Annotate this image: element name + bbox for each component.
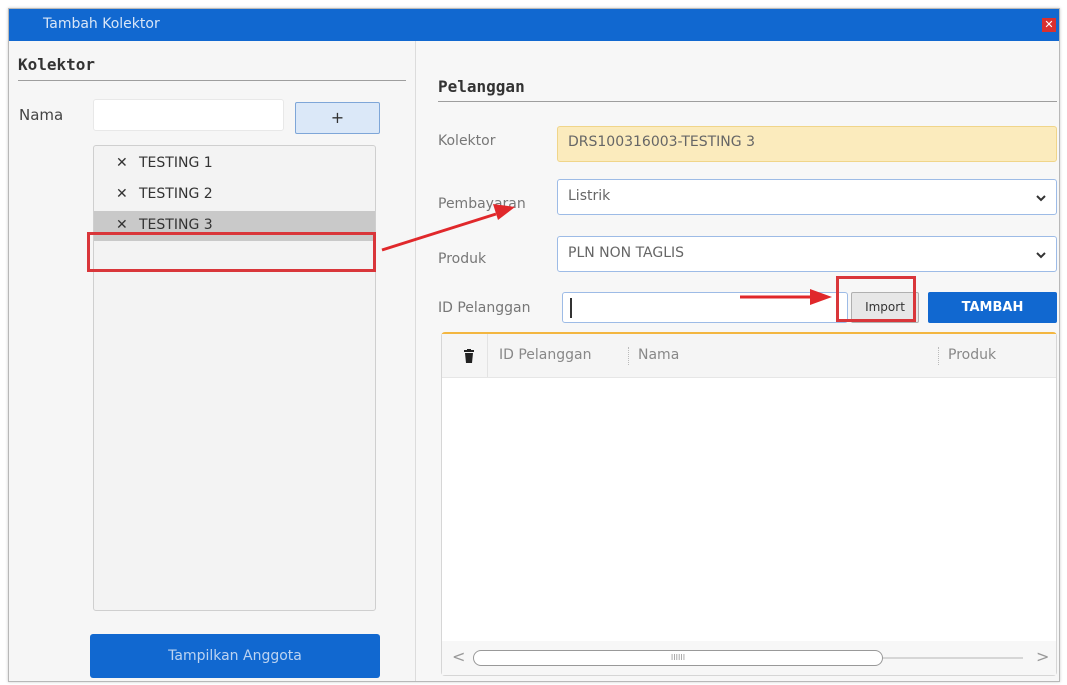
arrow-head-1 (493, 204, 515, 220)
annotation-arrows (381, 204, 832, 305)
arrow-head-2 (810, 289, 832, 305)
arrow-line-1 (381, 212, 497, 252)
